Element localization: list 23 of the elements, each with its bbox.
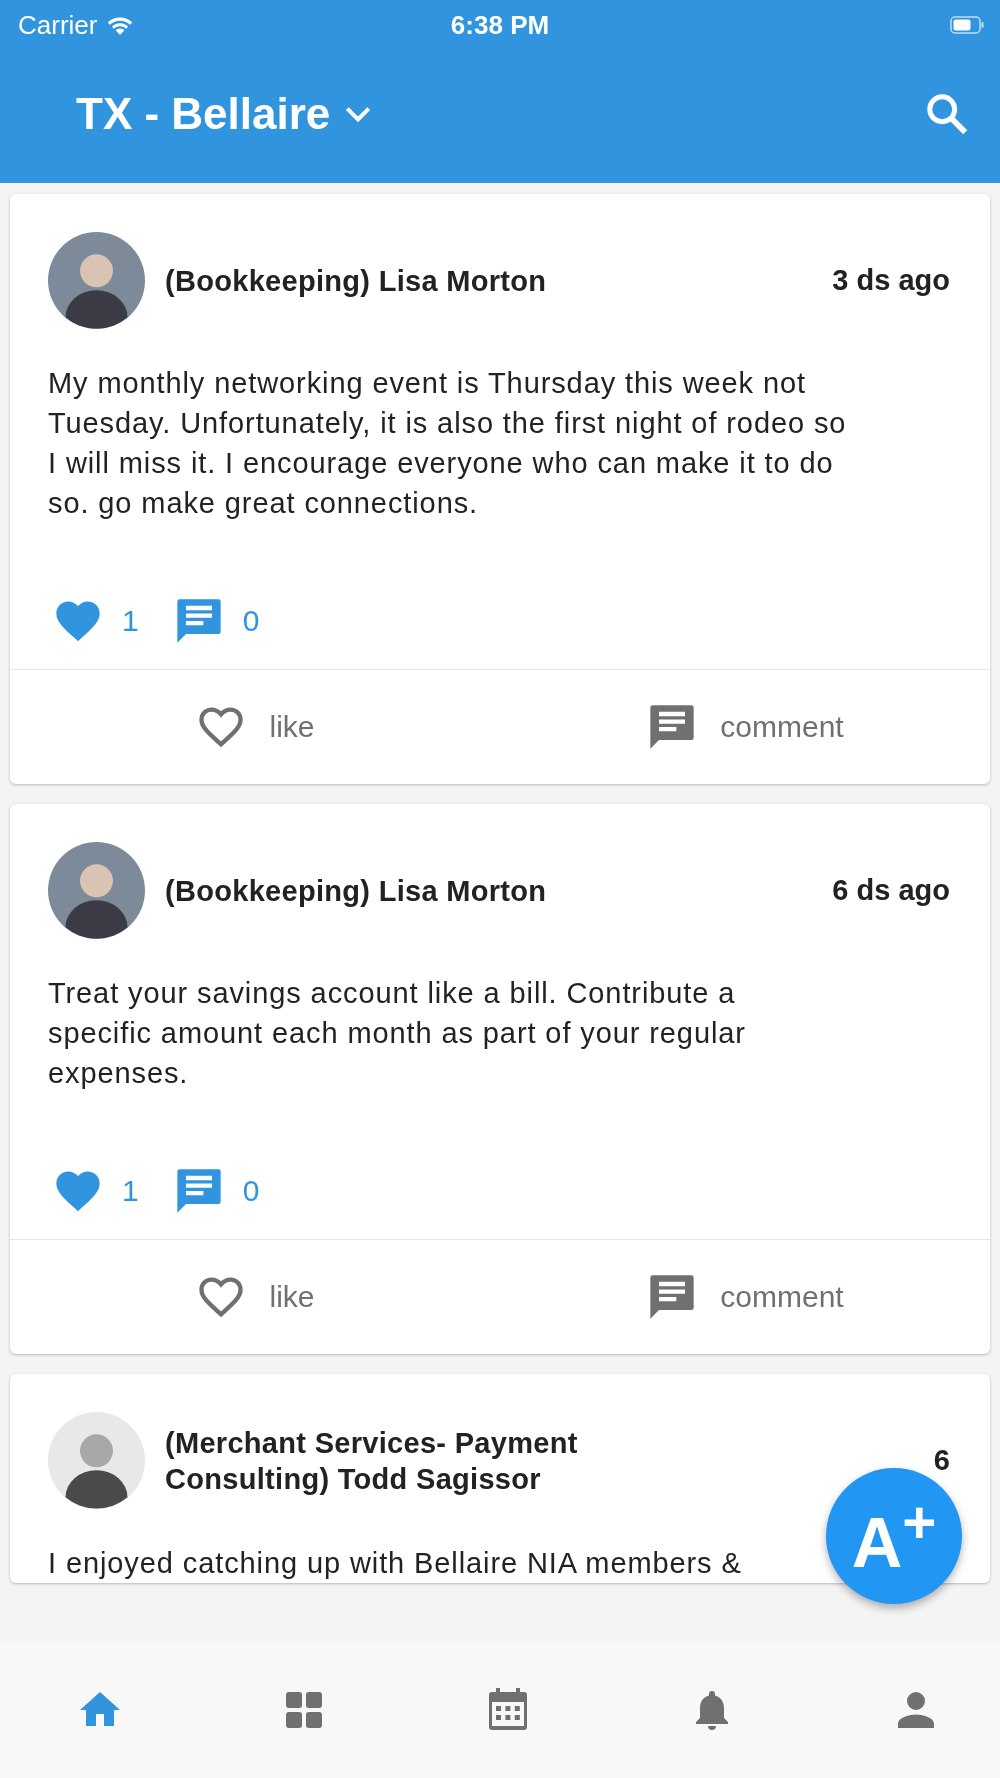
post-text: Treat your savings account like a bill. Contribute a specific amount each month as part of your regular expenses. xyxy=(48,976,747,1091)
post-text: My monthly networking event is Thursday this week not Tuesday. Unfortunately, it is also the first night of rodeo so I will miss it. I encourage everyone who can make it to do so. go make great connections. xyxy=(48,366,848,521)
battery-icon xyxy=(950,15,984,35)
avatar-icon xyxy=(48,232,145,329)
post-text: I enjoyed catching up with Bellaire NIA members & xyxy=(48,1546,742,1581)
comment-count: 0 xyxy=(242,604,260,638)
clock-time: 6:38 PM xyxy=(450,9,550,41)
avatar-icon xyxy=(48,1412,145,1509)
like-count: 1 xyxy=(122,604,139,638)
location-dropdown[interactable]: TX - Bellaire xyxy=(76,88,375,139)
carrier-name: Carrier xyxy=(18,9,98,41)
author-name: (Bookkeeping) Lisa Morton xyxy=(165,263,548,299)
post-time: 3 ds ago xyxy=(832,264,950,297)
comment-button[interactable]: comment xyxy=(500,670,990,784)
post-time: 6 ds ago xyxy=(832,874,950,907)
like-button[interactable]: like xyxy=(10,670,500,784)
author-name: (Bookkeeping) Lisa Morton xyxy=(165,873,548,909)
avatar-icon xyxy=(48,842,145,939)
comment-count: 0 xyxy=(242,1174,260,1208)
like-button[interactable]: like xyxy=(10,1240,500,1354)
author-name: (Merchant Services- Payment Consulting) Todd Sagissor xyxy=(165,1425,579,1497)
comment-button[interactable]: comment xyxy=(500,1240,990,1354)
like-count: 1 xyxy=(122,1174,139,1208)
